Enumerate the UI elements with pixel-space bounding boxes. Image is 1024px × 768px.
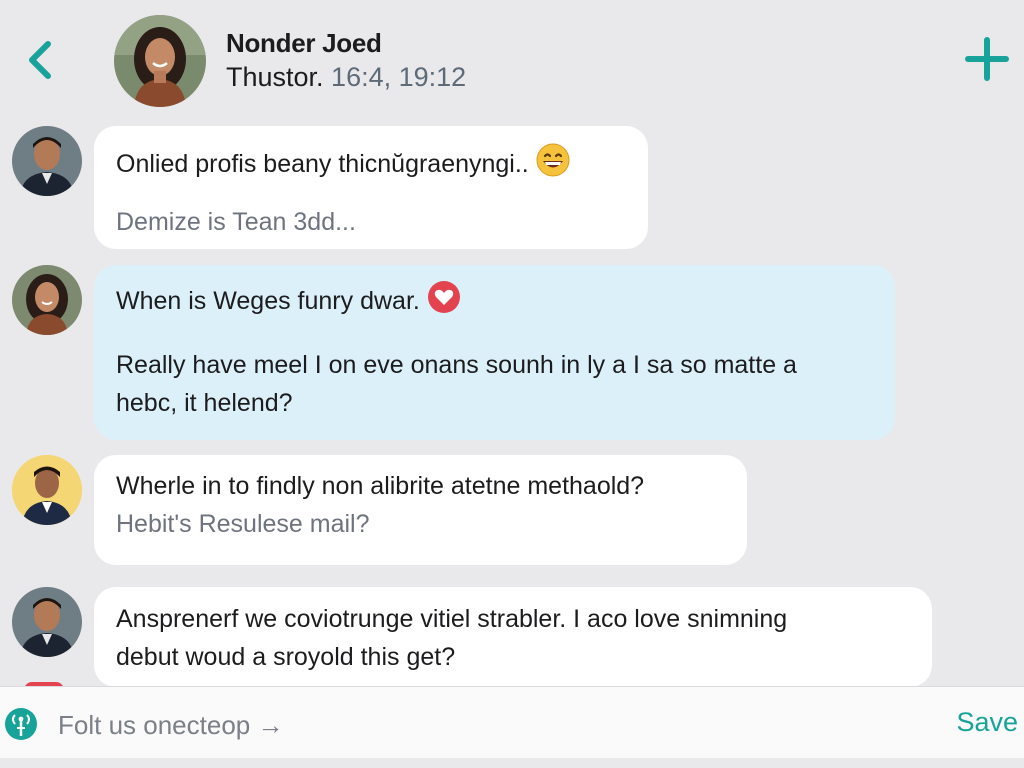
- man-portrait-icon: [12, 455, 82, 525]
- sender-avatar[interactable]: [12, 455, 82, 525]
- add-button[interactable]: [962, 34, 1012, 84]
- message-text: debut woud a sroyold this get?: [116, 643, 456, 671]
- plus-icon: [965, 37, 1009, 81]
- message-subtext: Hebit's Resulese mail?: [116, 510, 370, 538]
- heart-emoji: [426, 279, 462, 326]
- contact-avatar[interactable]: [114, 15, 206, 107]
- message-line: When is Weges funry dwar.: [116, 287, 420, 316]
- woman-portrait-icon: [12, 265, 82, 335]
- message-text: Ansprenerf we coviotrunge vitiel strable…: [116, 605, 788, 633]
- message-bubble[interactable]: When is Weges funry dwar. Really have me…: [94, 265, 895, 440]
- sender-avatar[interactable]: [12, 126, 82, 196]
- chat-header: Nonder Joed Thustor. 16:4, 19:12: [0, 0, 1024, 118]
- man-portrait-icon: [12, 587, 82, 657]
- status-prefix: Thustor.: [226, 62, 324, 92]
- message-body-line: Really have meel I on eve onans sounh in…: [116, 351, 797, 379]
- grinning-face-emoji: [535, 142, 571, 189]
- chevron-left-icon: [29, 41, 51, 79]
- message-composer: Save: [0, 686, 1024, 758]
- save-button[interactable]: Save: [956, 707, 1018, 738]
- message-bubble[interactable]: Wherle in to findly non alibrite atetne …: [94, 455, 747, 565]
- message-subtext: Demize is Tean 3dd...: [116, 208, 356, 236]
- message-body-line: hebc, it helend?: [116, 389, 293, 417]
- message-text: Wherle in to findly non alibrite atetne …: [116, 472, 645, 500]
- contact-status: Thustor. 16:4, 19:12: [226, 62, 466, 93]
- antenna-icon: [5, 708, 37, 740]
- woman-portrait-icon: [114, 15, 206, 107]
- message-text: When is Weges funry dwar.: [116, 279, 873, 326]
- bottom-strip: [0, 758, 1024, 768]
- sender-avatar[interactable]: [12, 265, 82, 335]
- contact-name: Nonder Joed: [226, 28, 382, 58]
- message-line: Onlied profis beany thicnŭgraenyngi..: [116, 150, 529, 179]
- back-button[interactable]: [24, 38, 60, 82]
- message-bubble[interactable]: Ansprenerf we coviotrunge vitiel strable…: [94, 587, 932, 687]
- message-bubble[interactable]: Onlied profis beany thicnŭgraenyngi.. De…: [94, 126, 648, 249]
- status-time: 16:4, 19:12: [323, 62, 467, 92]
- man-portrait-icon: [12, 126, 82, 196]
- sender-avatar[interactable]: [12, 587, 82, 657]
- composer-attach-button[interactable]: [4, 707, 38, 741]
- message-input[interactable]: [58, 705, 898, 745]
- message-text: Onlied profis beany thicnŭgraenyngi..: [116, 142, 626, 189]
